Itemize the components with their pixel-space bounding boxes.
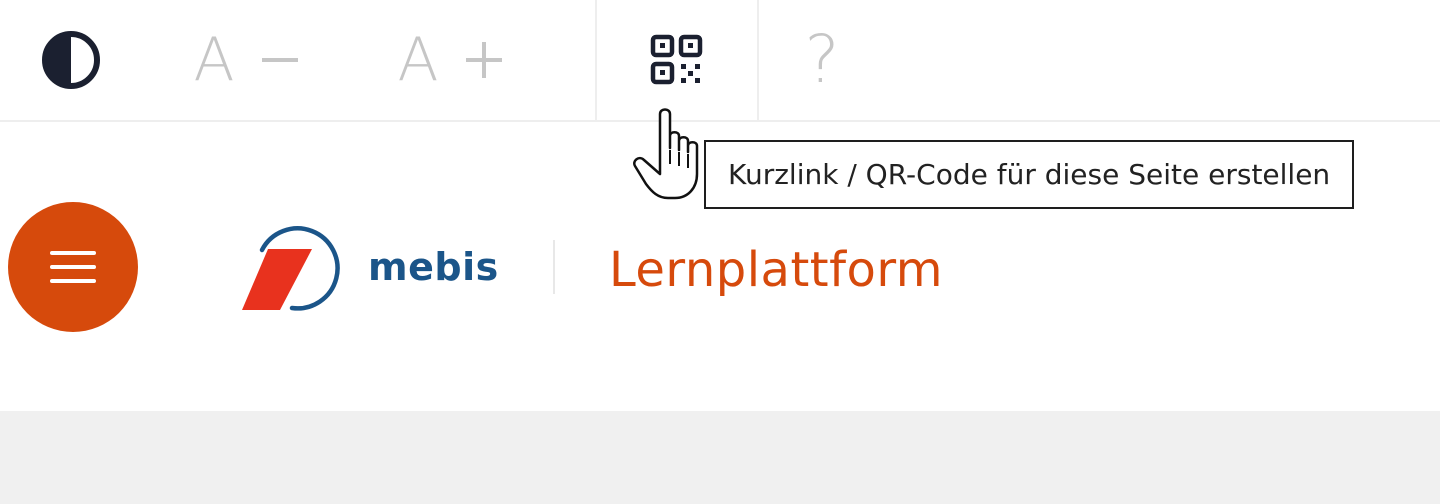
page: A A ? Kurzlink / QR-Code für diese Seite… [0,0,1440,504]
font-size-glyph: A [397,25,439,95]
help-button[interactable]: ? [790,0,854,120]
contrast-toggle-button[interactable] [38,0,104,120]
header-divider [553,240,555,294]
plus-icon [465,42,502,78]
qr-code-button[interactable] [595,0,759,120]
tooltip: Kurzlink / QR-Code für diese Seite erste… [704,140,1355,209]
font-size-glyph: A [193,25,235,95]
font-size-increase-button[interactable]: A [388,0,512,120]
content-area [0,411,1440,504]
product-name: Lernplattform [609,240,943,300]
main-menu-button[interactable] [8,202,138,332]
brand-logo-link[interactable]: mebis [240,222,499,312]
mebis-logo-icon [242,226,340,311]
font-size-decrease-button[interactable]: A [186,0,306,120]
brand-name: mebis [368,245,499,289]
tooltip-text: Kurzlink / QR-Code für diese Seite erste… [728,158,1331,191]
help-icon: ? [804,21,840,98]
contrast-icon [42,31,100,89]
accessibility-toolbar: A A ? [0,0,1440,122]
minus-icon [261,58,298,62]
product-name-text: Lernplattform [609,242,944,298]
hamburger-menu-icon [50,251,96,283]
qr-code-icon [650,34,703,85]
